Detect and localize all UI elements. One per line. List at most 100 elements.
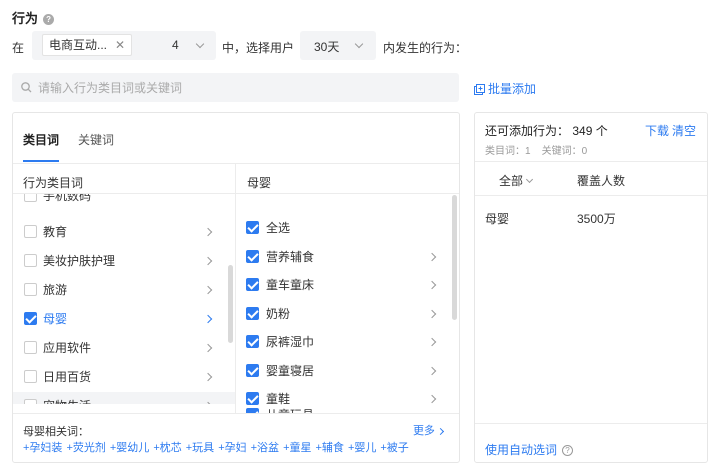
chevron-right-icon [427,280,437,290]
batch-add-button[interactable]: 批量添加 [474,80,536,97]
coverage-header: 覆盖人数 [577,174,626,188]
category-label: 母婴 [43,312,68,326]
result-row-name: 母婴 [485,212,510,226]
download-link[interactable]: 下载 [645,122,669,139]
checkbox[interactable] [24,194,37,202]
middle-text: 中，选择用户 [222,41,295,55]
search-input[interactable] [38,73,438,102]
help-icon[interactable]: ? [43,14,55,25]
category-label: 美妆护肤护理 [43,254,116,268]
subcategory-item[interactable]: 奶粉 [236,300,446,328]
result-row-coverage: 3500万 [577,212,616,226]
related-keyword[interactable]: +被子 [380,442,408,454]
checkbox[interactable] [24,312,37,325]
subcategory-item[interactable]: 尿裤湿巾 [236,328,446,356]
chevron-down-icon [195,39,205,49]
list-item[interactable]: 手机数码 [13,194,235,210]
category-item[interactable]: 宠物生活 [13,392,235,404]
days-select[interactable]: 30天 [300,31,376,60]
category-item[interactable]: 母婴 [13,305,235,333]
subcategory-label: 童车童床 [266,278,315,292]
subcategory-item[interactable]: 婴童寝居 [236,357,446,385]
category-scrollbar[interactable] [228,265,233,343]
chevron-right-icon [203,227,213,237]
checkbox[interactable] [24,399,37,404]
tab-active-indicator [23,160,59,162]
section-title: 行为? [12,8,55,27]
search-icon [21,82,32,93]
checkbox[interactable] [246,278,259,291]
related-keywords: +孕妇装 +荧光剂 +婴幼儿 +枕芯 +玩具 +孕妇 +浴盆 +童星 +辅食 +婴儿 +被子 [23,439,453,455]
chevron-right-icon [427,337,437,347]
list-item[interactable]: 儿童玩具 [236,401,446,413]
more-link[interactable]: 更多 [413,422,445,438]
related-keyword[interactable]: +枕芯 [153,442,181,454]
checkbox[interactable] [246,335,259,348]
batch-add-icon [474,84,485,95]
checkbox[interactable] [246,306,259,320]
checkbox[interactable] [24,341,37,354]
checkbox[interactable] [246,221,259,234]
chevron-right-icon [427,366,437,375]
chevron-right-icon [203,343,213,353]
clear-link[interactable]: 清空 [672,122,696,139]
tab-keywords[interactable]: 关键词 [78,131,114,148]
subcategory-label: 全选 [266,221,291,235]
auto-suggest-link[interactable]: 使用自动选词? [485,441,574,458]
checkbox[interactable] [24,370,37,383]
selection-panel: 类目词 关键词 行为类目词 母婴 手机数码 教育 美妆护肤护理 旅游 母婴 应用软件 日用… [12,112,460,463]
subcategory-item[interactable]: 营养辅食 [236,243,446,271]
search-box[interactable] [12,73,459,102]
checkbox[interactable] [24,283,37,296]
related-keyword[interactable]: +孕妇 [218,442,246,454]
subcategory-label: 婴童寝居 [266,363,315,378]
chevron-right-icon [427,309,437,318]
category-label: 应用软件 [43,341,92,355]
tab-category-words[interactable]: 类目词 [23,131,59,148]
category-item[interactable]: 日用百货 [13,363,235,391]
days-value: 30天 [314,40,340,54]
checkbox[interactable] [24,254,37,267]
subcategory-list: 全选营养辅食童车童床奶粉尿裤湿巾婴童寝居童鞋 儿童玩具 [236,194,459,413]
checkbox[interactable] [246,363,259,377]
chevron-right-icon [203,256,213,266]
category-list: 手机数码 教育美妆护肤护理旅游母婴应用软件日用百货宠物生活 [13,194,235,404]
related-keyword[interactable]: +荧光剂 [66,442,105,454]
batch-add-label: 批量添加 [488,82,537,96]
related-keyword[interactable]: +辅食 [316,442,344,454]
chevron-right-icon [203,372,213,382]
help-icon[interactable]: ? [562,445,574,456]
filter-all-dropdown[interactable]: 全部 [499,172,534,189]
chevron-down-icon [354,39,364,49]
checkbox[interactable] [24,225,37,238]
chevron-right-icon [436,427,445,436]
subcategory-scrollbar[interactable] [452,195,457,320]
tag-close-icon[interactable]: ✕ [115,35,125,55]
subcategory-label: 营养辅食 [266,249,315,264]
related-keyword[interactable]: +婴儿 [348,442,376,454]
checkbox[interactable] [246,249,259,263]
category-item[interactable]: 教育 [13,218,235,246]
add-count: 349 个 [572,124,608,138]
behavior-type-select[interactable]: 电商互动... ✕ 4 [32,31,216,60]
category-label: 日用百货 [43,370,92,384]
category-item[interactable]: 美妆护肤护理 [13,247,235,275]
related-keyword[interactable]: +童星 [283,442,311,454]
related-keyword[interactable]: +玩具 [186,442,214,454]
subcategory-label: 尿裤湿巾 [266,335,315,349]
category-item[interactable]: 旅游 [13,276,235,304]
subcategory-item[interactable]: 童车童床 [236,271,446,299]
select-all-item[interactable]: 全选 [236,214,446,242]
tag-label: 电商互动... [49,38,108,52]
result-panel: 还可添加行为： 349 个 下载 清空 类目词：1 关键词：0 全部 覆盖人数 … [474,112,708,463]
chevron-right-icon [203,285,213,295]
related-keyword[interactable]: +孕妇装 [23,442,62,454]
selected-tag: 电商互动... ✕ [42,34,132,56]
category-item[interactable]: 应用软件 [13,334,235,362]
prefix-text: 在 [12,41,25,55]
related-keyword[interactable]: +浴盆 [251,442,279,454]
chevron-right-icon [427,252,437,261]
category-label: 宠物生活 [43,392,91,404]
related-keyword[interactable]: +婴幼儿 [110,442,149,454]
chevron-down-icon [525,175,534,184]
